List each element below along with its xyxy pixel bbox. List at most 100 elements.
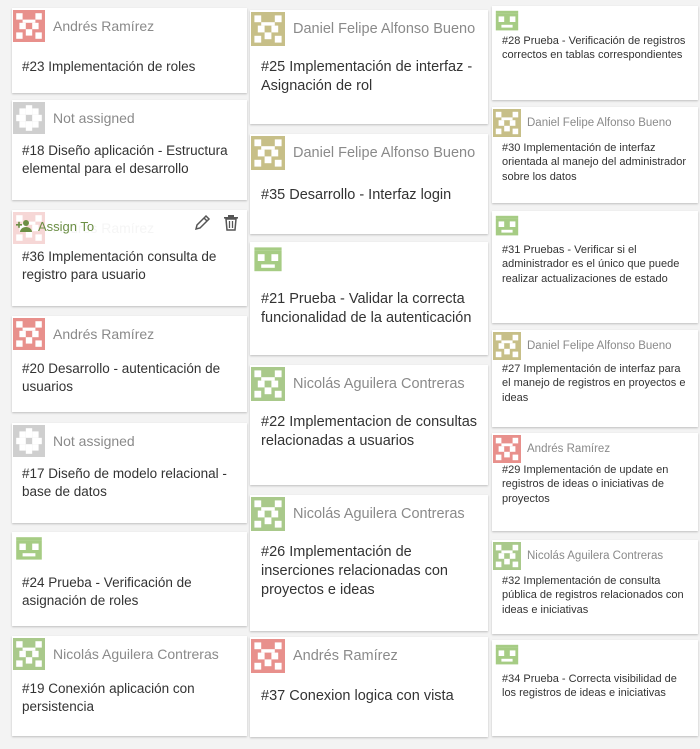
avatar-icon xyxy=(251,244,285,278)
trash-icon xyxy=(224,215,238,231)
task-card[interactable]: #21 Prueba - Validar la correcta funcion… xyxy=(250,242,488,355)
avatar-icon xyxy=(493,109,521,137)
avatar-icon xyxy=(493,213,521,241)
card-assignee[interactable]: Andrés Ramírez xyxy=(251,639,398,673)
avatar-icon xyxy=(493,542,521,570)
task-card[interactable]: Andrés Ramírez #29 Implementación de upda… xyxy=(492,433,698,531)
task-card[interactable]: Andrés Ramírez #20 Desarrollo - autentica… xyxy=(12,316,247,412)
avatar-icon xyxy=(251,639,285,673)
card-title[interactable]: #31 Pruebas - Verificar si el administra… xyxy=(502,243,690,286)
avatar-icon xyxy=(251,367,285,401)
card-title[interactable]: #29 Implementación de update en registro… xyxy=(502,463,690,506)
card-assignee[interactable]: Daniel Felipe Alfonso Bueno xyxy=(493,109,672,137)
edit-button[interactable] xyxy=(194,214,211,236)
task-card[interactable]: #34 Prueba - Correcta visibilidad de los… xyxy=(492,640,698,736)
card-title[interactable]: #34 Prueba - Correcta visibilidad de los… xyxy=(502,672,690,701)
card-title[interactable]: #37 Conexion logica con vista xyxy=(261,687,479,706)
task-card[interactable]: Andrés Ramírez #23 Implementación de role… xyxy=(12,8,247,93)
assignee-name: Andrés Ramírez xyxy=(527,443,611,455)
assignee-name: Andrés Ramírez xyxy=(53,326,155,342)
assignee-name: Daniel Felipe Alfonso Bueno xyxy=(527,340,672,352)
card-title[interactable]: #36 Implementación consulta de registro … xyxy=(22,248,239,283)
card-title[interactable]: #32 Implementación de consulta pública d… xyxy=(502,574,690,617)
card-title[interactable]: #19 Conexión aplicación con persistencia xyxy=(22,680,239,715)
avatar-icon xyxy=(13,318,45,350)
card-title[interactable]: #20 Desarrollo - autenticación de usuari… xyxy=(22,360,239,395)
assignee-name: Not assigned xyxy=(53,110,135,126)
card-assignee[interactable]: Not assigned xyxy=(13,102,135,134)
avatar-icon xyxy=(493,8,521,36)
avatar-icon xyxy=(493,642,521,670)
task-card[interactable]: Nicolás Aguilera Contreras #19 Conexión a… xyxy=(12,636,247,736)
card-actions xyxy=(194,214,239,236)
card-title[interactable]: #21 Prueba - Validar la correcta funcion… xyxy=(261,290,479,328)
task-card[interactable]: #24 Prueba - Verificación de asignación … xyxy=(12,532,247,626)
card-assignee[interactable] xyxy=(13,534,53,566)
pencil-icon xyxy=(194,214,211,231)
card-title[interactable]: #25 Implementación de interfaz - Asignac… xyxy=(261,58,479,96)
avatar-icon xyxy=(251,497,285,531)
task-card[interactable]: Daniel Felipe Alfonso Bueno #25 Implement… xyxy=(250,10,488,124)
task-card[interactable]: Not assigned #18 Diseño aplicación - Estr… xyxy=(12,100,247,200)
card-assignee[interactable]: Daniel Felipe Alfonso Bueno xyxy=(493,332,672,360)
card-assignee[interactable]: Andrés Ramírez xyxy=(493,435,610,463)
card-title[interactable]: #26 Implementación de inserciones relaci… xyxy=(261,543,479,600)
person-add-icon xyxy=(16,220,32,232)
card-assignee[interactable]: Nicolás Aguilera Contreras xyxy=(493,542,663,570)
assignee-name: Daniel Felipe Alfonso Bueno xyxy=(293,145,476,161)
assignee-name: Nicolás Aguilera Contreras xyxy=(293,376,465,392)
assignee-name: Nicolás Aguilera Contreras xyxy=(293,506,465,522)
card-title[interactable]: #28 Prueba - Verificación de registros c… xyxy=(502,34,690,63)
task-card[interactable]: Nicolás Aguilera Contreras #32 Implementa… xyxy=(492,540,698,634)
task-card[interactable]: Andrés Ramírez Assign To #36 Implementació… xyxy=(12,210,247,306)
card-title[interactable]: #17 Diseño de modelo relacional - base d… xyxy=(22,465,239,500)
avatar-icon xyxy=(251,136,285,170)
card-title[interactable]: #23 Implementación de roles xyxy=(22,58,239,76)
avatar-icon xyxy=(251,12,285,46)
task-card[interactable]: Andrés Ramírez #37 Conexion logica con vi… xyxy=(250,637,488,737)
card-title[interactable]: #18 Diseño aplicación - Estructura eleme… xyxy=(22,142,239,177)
avatar-icon xyxy=(493,435,521,463)
task-card[interactable]: Daniel Felipe Alfonso Bueno #27 Implement… xyxy=(492,330,698,427)
avatar-icon xyxy=(13,534,45,566)
task-card[interactable]: #31 Pruebas - Verificar si el administra… xyxy=(492,211,698,323)
card-assignee[interactable]: Andrés Ramírez xyxy=(13,318,154,350)
assignee-name: Nicolás Aguilera Contreras xyxy=(527,550,664,562)
task-card[interactable]: #28 Prueba - Verificación de registros c… xyxy=(492,6,698,100)
card-title[interactable]: #30 Implementación de interfaz orientada… xyxy=(502,141,690,184)
card-assignee[interactable] xyxy=(493,642,527,670)
card-assignee[interactable] xyxy=(493,8,527,36)
assign-to-button[interactable]: Assign To xyxy=(12,211,94,241)
card-assignee[interactable]: Nicolás Aguilera Contreras xyxy=(251,497,465,531)
avatar-icon xyxy=(13,638,45,670)
card-assignee[interactable]: Daniel Felipe Alfonso Bueno xyxy=(251,12,475,46)
delete-button[interactable] xyxy=(223,214,239,236)
card-assignee[interactable]: Andrés Ramírez xyxy=(13,10,154,42)
assignee-name: Andrés Ramírez xyxy=(293,648,398,664)
avatar-icon xyxy=(13,10,45,42)
card-title[interactable]: #35 Desarrollo - Interfaz login xyxy=(261,186,479,205)
task-card[interactable]: Daniel Felipe Alfonso Bueno #30 Implement… xyxy=(492,107,698,203)
task-card[interactable]: Not assigned #17 Diseño de modelo relacio… xyxy=(12,423,247,523)
avatar-icon xyxy=(13,425,45,457)
assignee-name: Not assigned xyxy=(53,433,135,449)
card-assignee[interactable]: Nicolás Aguilera Contreras xyxy=(251,367,465,401)
card-assignee[interactable]: Nicolás Aguilera Contreras xyxy=(13,638,219,670)
card-title[interactable]: #24 Prueba - Verificación de asignación … xyxy=(22,574,239,609)
task-card[interactable]: Daniel Felipe Alfonso Bueno #35 Desarroll… xyxy=(250,134,488,234)
assignee-name: Daniel Felipe Alfonso Bueno xyxy=(527,117,672,129)
card-title[interactable]: #27 Implementación de interfaz para el m… xyxy=(502,362,690,405)
avatar-icon xyxy=(13,102,45,134)
card-title[interactable]: #22 Implementacion de consultas relacion… xyxy=(261,413,479,451)
avatar-icon xyxy=(493,332,521,360)
assignee-name: Daniel Felipe Alfonso Bueno xyxy=(293,21,476,37)
card-assignee[interactable]: Daniel Felipe Alfonso Bueno xyxy=(251,136,475,170)
card-assignee[interactable] xyxy=(251,244,293,278)
task-card[interactable]: Nicolás Aguilera Contreras #26 Implementa… xyxy=(250,495,488,631)
assignee-name: Andrés Ramírez xyxy=(53,18,155,34)
task-card[interactable]: Nicolás Aguilera Contreras #22 Implementa… xyxy=(250,365,488,485)
card-assignee[interactable]: Not assigned xyxy=(13,425,135,457)
card-assignee[interactable] xyxy=(493,213,527,241)
assign-to-label: Assign To xyxy=(38,218,95,234)
assignee-name: Nicolás Aguilera Contreras xyxy=(53,646,219,662)
